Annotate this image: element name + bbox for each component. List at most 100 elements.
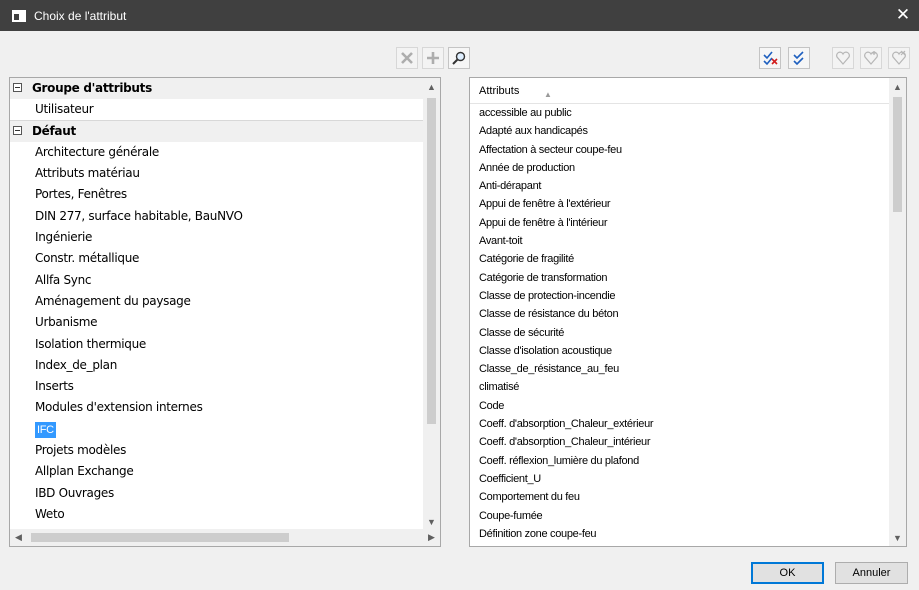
column-header[interactable]: Attributs ▲ — [470, 78, 906, 104]
tree-item-label: Weto — [35, 506, 65, 521]
favorite-remove-icon — [892, 50, 906, 65]
list-item[interactable]: Comportement du feu — [470, 488, 906, 506]
collapse-icon[interactable] — [13, 83, 22, 92]
list-item[interactable]: Classe de sécurité — [470, 324, 906, 342]
list-item[interactable]: Coeff. d'absorption_Chaleur_intérieur — [470, 433, 906, 451]
favorite-add-icon — [864, 51, 878, 65]
scroll-down-icon[interactable]: ▼ — [889, 529, 906, 546]
favorite-heart-icon — [836, 51, 850, 65]
attribute-group-tree[interactable]: Groupe d'attributs Utilisateur Défaut Ar… — [9, 77, 441, 547]
tree-item-label: Inserts — [35, 379, 74, 394]
tree-item-label: Portes, Fenêtres — [35, 187, 127, 202]
scroll-up-icon[interactable]: ▲ — [423, 78, 440, 95]
list-item[interactable]: Classe de résistance du béton — [470, 305, 906, 323]
delete-icon — [401, 52, 413, 64]
tree-item-label: Constr. métallique — [35, 251, 140, 266]
search-button[interactable] — [448, 47, 470, 69]
list-item[interactable]: Classe de protection-incendie — [470, 287, 906, 305]
tree-item[interactable]: Modules d'extension internes — [10, 397, 440, 418]
window-title: Choix de l'attribut — [34, 8, 127, 23]
vertical-scrollbar[interactable]: ▲ ▼ — [889, 78, 906, 546]
favorite-button[interactable] — [832, 47, 854, 69]
uncheck-all-button[interactable] — [759, 47, 781, 69]
scrollbar-thumb[interactable] — [427, 98, 436, 424]
tree-item[interactable]: Ingénierie — [10, 227, 440, 248]
tree-item-label: Architecture générale — [35, 144, 159, 159]
check-all-button[interactable] — [788, 47, 810, 69]
list-item[interactable]: Classe d'isolation acoustique — [470, 342, 906, 360]
delete-button[interactable] — [396, 47, 418, 69]
list-item[interactable]: Catégorie de fragilité — [470, 250, 906, 268]
scrollbar-thumb[interactable] — [31, 533, 289, 542]
list-item[interactable]: Appui de fenêtre à l'extérieur — [470, 195, 906, 213]
tree-item-label: Aménagement du paysage — [35, 293, 191, 308]
favorite-add-button[interactable] — [860, 47, 882, 69]
list-item[interactable]: accessible au public — [470, 104, 906, 122]
tree-item[interactable]: Architecture générale — [10, 142, 440, 163]
list-item[interactable]: Classe_de_résistance_au_feu — [470, 360, 906, 378]
list-item[interactable]: climatisé — [470, 378, 906, 396]
scroll-left-icon[interactable]: ◀ — [10, 529, 27, 546]
tree-item[interactable]: Isolation thermique — [10, 334, 440, 355]
collapse-icon[interactable] — [13, 125, 22, 135]
close-icon[interactable]: ✕ — [891, 5, 915, 25]
list-item[interactable]: Catégorie de transformation — [470, 269, 906, 287]
list-item[interactable]: Définition zone coupe-feu — [470, 525, 906, 543]
scrollbar-thumb[interactable] — [893, 97, 902, 212]
tree-item[interactable]: Constr. métallique — [10, 248, 440, 269]
cancel-button[interactable]: Annuler — [835, 562, 908, 584]
tree-item[interactable]: DIN 277, surface habitable, BauNVO — [10, 206, 440, 227]
horizontal-scrollbar[interactable]: ◀ ▶ — [10, 529, 440, 546]
list-item[interactable]: Coefficient_U — [470, 470, 906, 488]
tree-item-label: IFC — [35, 421, 56, 438]
tree-item-label: Ingénierie — [35, 230, 93, 245]
tree-item[interactable]: Urbanisme — [10, 312, 440, 333]
list-item[interactable]: Coeff. d'absorption_Chaleur_extérieur — [470, 415, 906, 433]
tree-item-label: Projets modèles — [35, 443, 127, 458]
tree-item-selected[interactable]: IFC — [10, 419, 440, 440]
tree-item-label: Attributs matériau — [35, 166, 140, 181]
search-icon — [452, 51, 466, 65]
scroll-down-icon[interactable]: ▼ — [423, 513, 440, 530]
tree-item-label: Utilisateur — [35, 102, 94, 117]
tree-item[interactable]: Projets modèles — [10, 440, 440, 461]
tree-group-header[interactable]: Défaut — [10, 120, 440, 142]
list-item[interactable]: Année de production — [470, 159, 906, 177]
tree-item[interactable]: Attributs matériau — [10, 163, 440, 184]
check-all-icon — [793, 51, 804, 66]
list-item[interactable]: Adapté aux handicapés — [470, 122, 906, 140]
uncheck-all-icon — [763, 51, 778, 66]
tree-item-label: Modules d'extension internes — [35, 400, 203, 415]
tree-group-label: Groupe d'attributs — [32, 81, 152, 95]
tree-item[interactable]: Allplan Exchange — [10, 461, 440, 482]
tree-item[interactable]: Index_de_plan — [10, 355, 440, 376]
attribute-list[interactable]: Attributs ▲ accessible au public Adapté … — [469, 77, 907, 547]
list-item[interactable]: Code — [470, 397, 906, 415]
tree-item-label: Urbanisme — [35, 315, 98, 330]
list-item[interactable]: Avant-toit — [470, 232, 906, 250]
list-item[interactable]: Coupe-fumée — [470, 507, 906, 525]
title-bar: Choix de l'attribut ✕ — [0, 0, 919, 31]
tree-item[interactable]: Portes, Fenêtres — [10, 184, 440, 205]
tree-item-label: Index_de_plan — [35, 357, 118, 372]
tree-group-header[interactable]: Groupe d'attributs — [10, 78, 440, 100]
tree-item[interactable]: Inserts — [10, 376, 440, 397]
list-item[interactable]: Coeff. réflexion_lumière du plafond — [470, 452, 906, 470]
list-item[interactable]: Anti-dérapant — [470, 177, 906, 195]
tree-item[interactable]: Utilisateur — [10, 99, 440, 121]
tree-item-label: Allplan Exchange — [35, 464, 134, 479]
scroll-up-icon[interactable]: ▲ — [889, 78, 906, 95]
tree-item[interactable]: Allfa Sync — [10, 270, 440, 291]
list-item[interactable]: Appui de fenêtre à l'intérieur — [470, 214, 906, 232]
ok-button[interactable]: OK — [751, 562, 824, 584]
favorite-remove-button[interactable] — [888, 47, 910, 69]
list-item[interactable]: Affectation à secteur coupe-feu — [470, 141, 906, 159]
tree-item[interactable]: Aménagement du paysage — [10, 291, 440, 312]
add-button[interactable] — [422, 47, 444, 69]
tree-item[interactable]: IBD Ouvrages — [10, 483, 440, 504]
tree-item[interactable]: Weto — [10, 504, 440, 525]
attribute-dialog: Choix de l'attribut ✕ Groupe d'attributs… — [0, 0, 919, 590]
tree-group-label: Défaut — [32, 123, 76, 138]
vertical-scrollbar[interactable]: ▲ ▼ — [423, 78, 440, 530]
scroll-right-icon[interactable]: ▶ — [423, 529, 440, 546]
